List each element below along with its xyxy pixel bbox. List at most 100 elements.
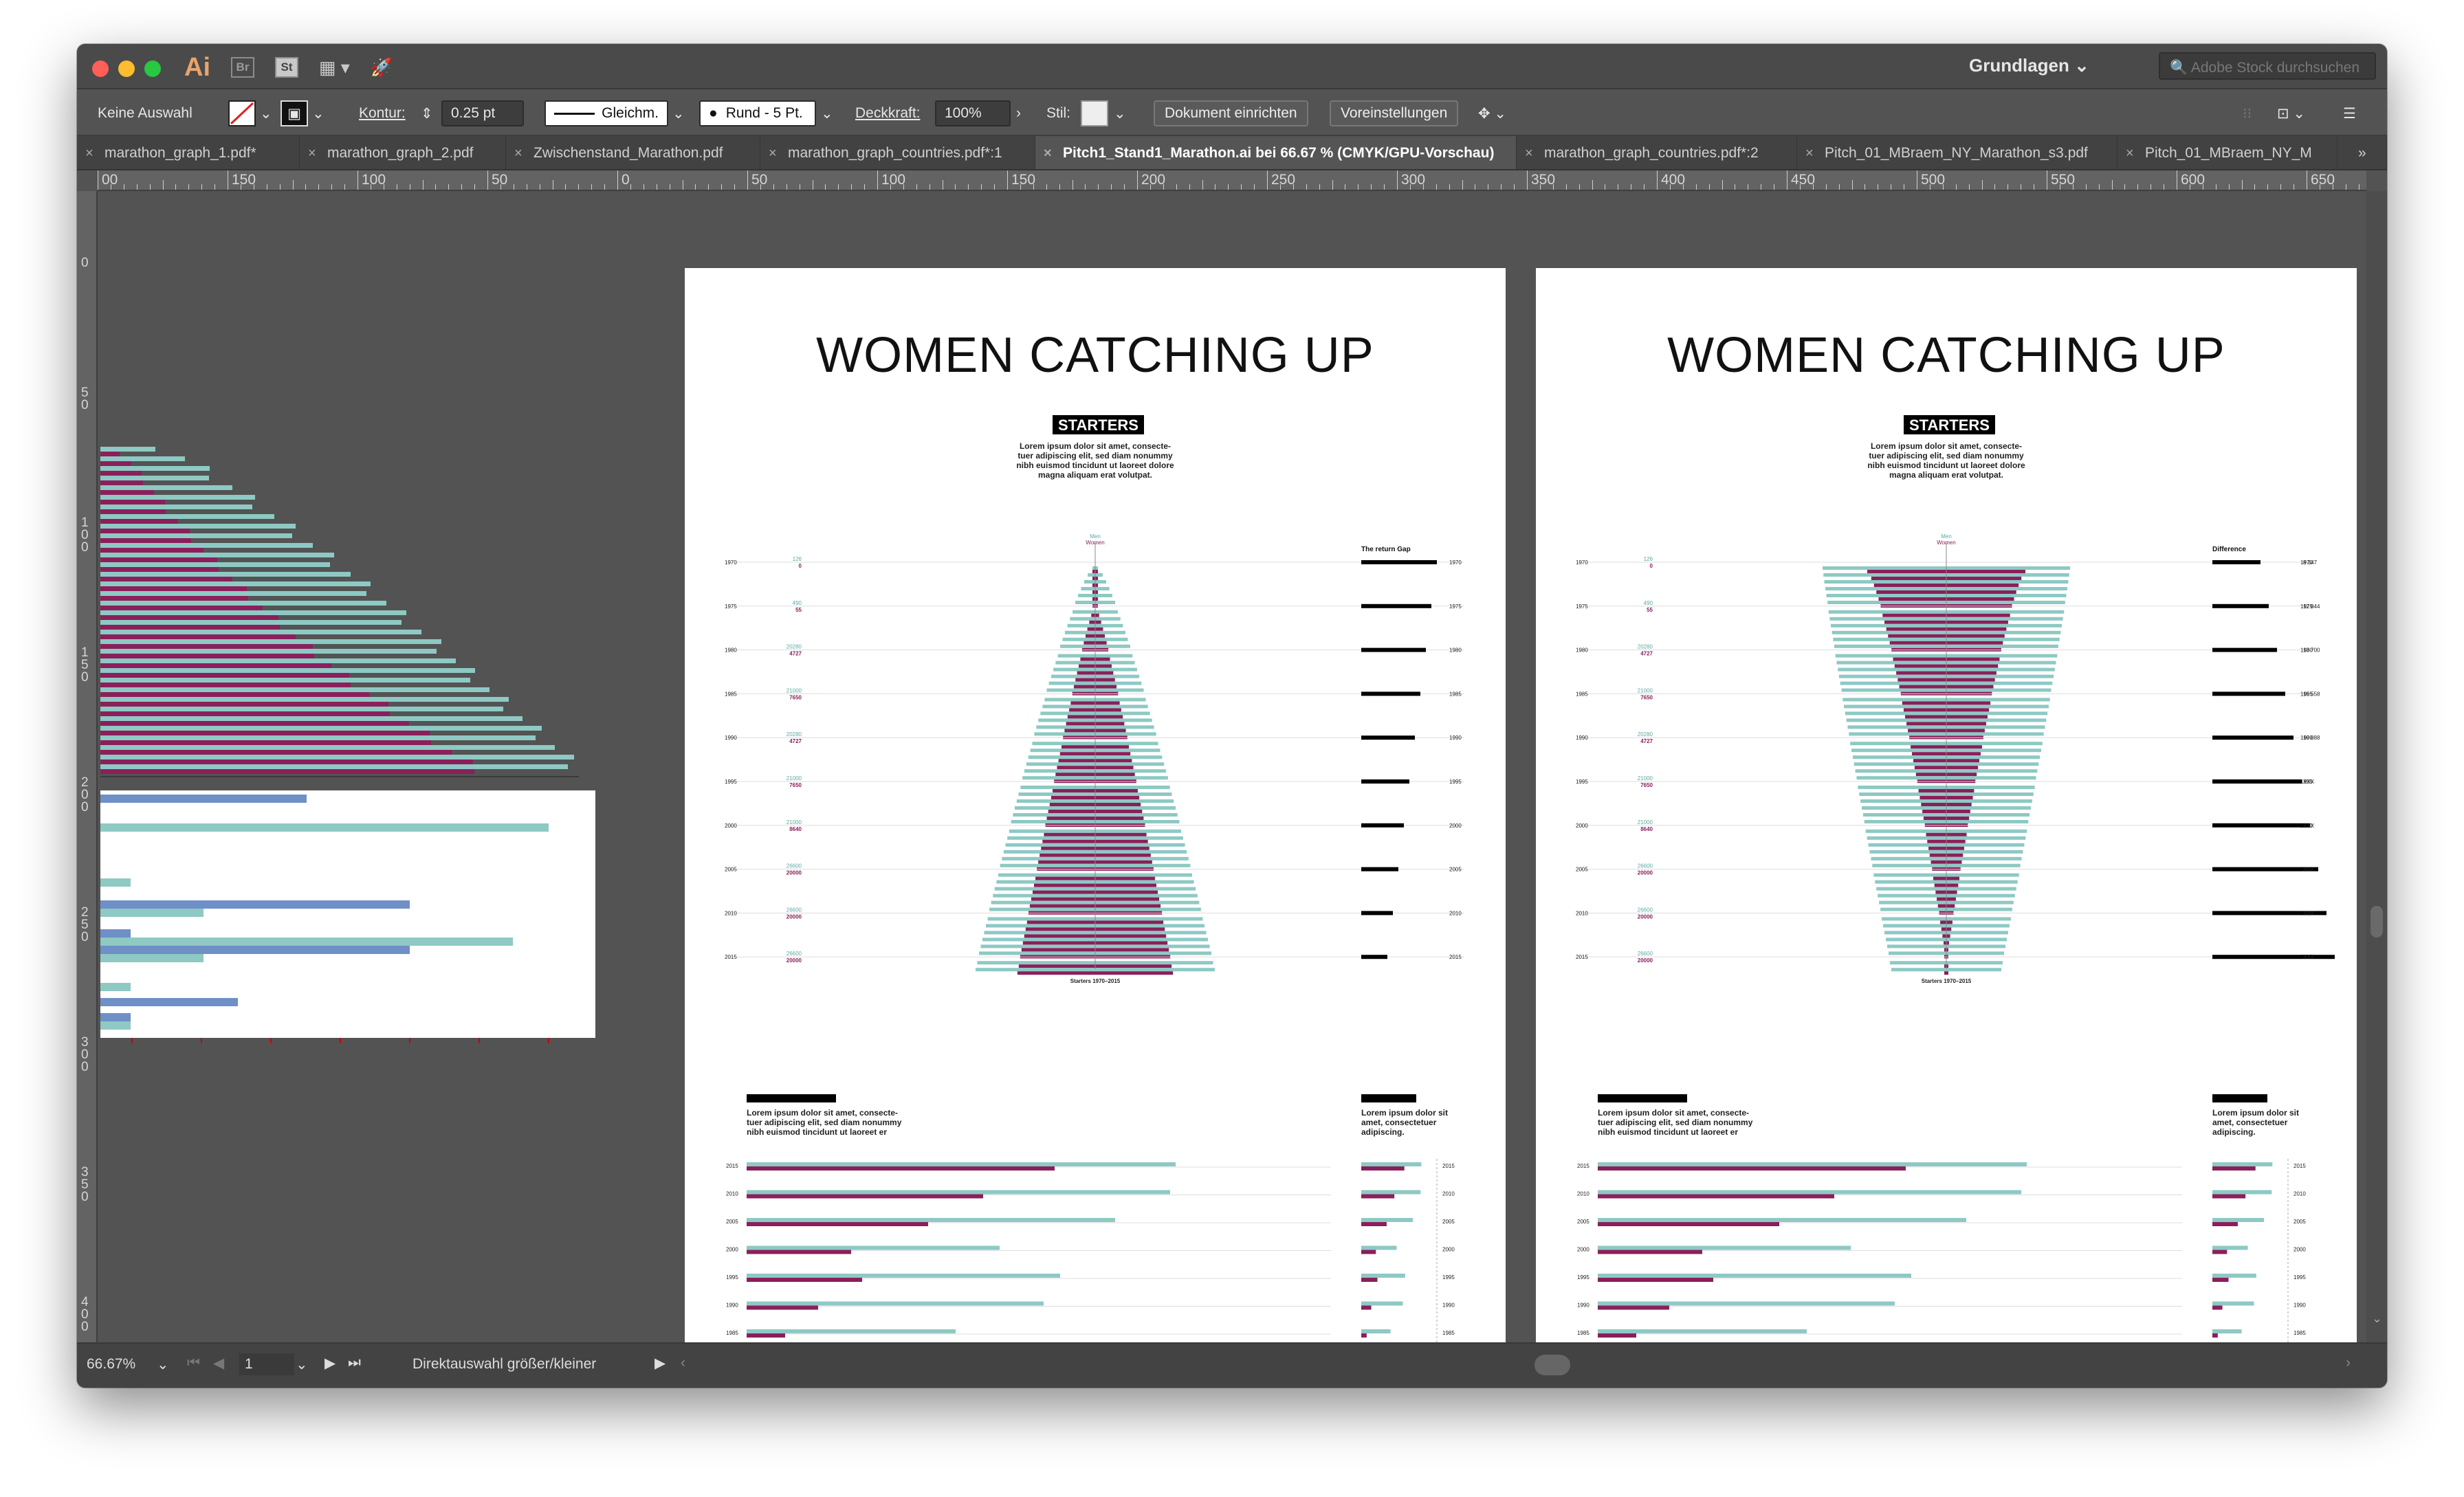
tab-marathon-graph-2[interactable]: × marathon_graph_2.pdf bbox=[300, 136, 506, 169]
horizontal-scroll-thumb[interactable] bbox=[1534, 1355, 1570, 1375]
pasteboard-charts[interactable] bbox=[98, 191, 606, 1153]
close-tab-icon[interactable]: × bbox=[1525, 146, 1533, 162]
women-value: 4727 bbox=[789, 651, 802, 657]
stroke-label[interactable]: Kontur: bbox=[359, 100, 406, 126]
page-dropdown-icon[interactable]: ⌄ bbox=[296, 1356, 308, 1373]
status-menu-icon[interactable]: ▶ bbox=[654, 1355, 666, 1372]
close-window-button[interactable] bbox=[92, 60, 109, 77]
tab-label: Pitch1_Stand1_Marathon.ai bei 66.67 % (C… bbox=[1063, 145, 1495, 161]
opacity-label[interactable]: Deckkraft: bbox=[855, 100, 921, 126]
ruler-label: 300 bbox=[1401, 172, 1426, 188]
style-dropdown-icon[interactable]: ⌄ bbox=[1114, 100, 1126, 126]
bridge-icon[interactable]: Br bbox=[231, 57, 254, 78]
panel-menu-icon[interactable]: ☰ bbox=[2343, 100, 2356, 126]
pasteboard-men-bar bbox=[100, 466, 210, 471]
minimize-window-button[interactable] bbox=[118, 60, 135, 77]
tab-marathon-graph-1[interactable]: × marathon_graph_1.pdf* bbox=[77, 136, 300, 169]
bottom-men-bar bbox=[747, 1162, 1176, 1166]
scroll-down-icon[interactable]: ⌄ bbox=[2372, 1311, 2382, 1326]
first-page-icon[interactable]: ⏮ bbox=[187, 1355, 200, 1371]
ruler-tick bbox=[968, 184, 969, 190]
ruler-tick bbox=[2241, 180, 2243, 190]
fill-swatch[interactable] bbox=[228, 100, 256, 126]
close-tab-icon[interactable]: × bbox=[85, 146, 94, 162]
year-label: 2015 bbox=[725, 954, 737, 960]
close-tab-icon[interactable]: × bbox=[1044, 146, 1052, 162]
gpu-rocket-icon[interactable]: 🚀 bbox=[371, 57, 393, 78]
close-tab-icon[interactable]: × bbox=[769, 146, 777, 162]
style-swatch[interactable] bbox=[1081, 100, 1108, 126]
hscroll-right-icon[interactable]: › bbox=[2346, 1355, 2351, 1371]
brush-dropdown-icon[interactable]: ⌄ bbox=[821, 100, 833, 126]
close-tab-icon[interactable]: × bbox=[1805, 146, 1814, 162]
horizontal-ruler[interactable]: 00 150 100 50 0 50 100 150 200 250 300 350 400 450 500… bbox=[98, 170, 2366, 191]
pasteboard-women-bar bbox=[100, 644, 313, 649]
zoom-window-button[interactable] bbox=[144, 60, 161, 77]
ruler-tick bbox=[1851, 180, 1853, 190]
stock-search-input[interactable]: 🔍 Adobe Stock durchsuchen bbox=[2159, 52, 2376, 80]
pasteboard-women-bar bbox=[100, 577, 232, 581]
tab-countries-1[interactable]: × marathon_graph_countries.pdf*:1 bbox=[760, 136, 1035, 169]
tab-pitch01-s3[interactable]: × Pitch_01_MBraem_NY_Marathon_s3.pdf bbox=[1797, 136, 2118, 169]
stroke-weight-input[interactable]: 0.25 pt bbox=[441, 100, 524, 126]
tab-label: marathon_graph_countries.pdf*:1 bbox=[788, 145, 1002, 161]
difference-value: XXX bbox=[2303, 910, 2315, 916]
vertical-scrollbar[interactable]: ⌄ bbox=[2366, 191, 2387, 1342]
canvas[interactable]: WOMEN CATCHING UP STARTERS Lorem ipsum dol… bbox=[98, 191, 2366, 1342]
tool-hint: Direktauswahl größer/kleiner bbox=[412, 1356, 597, 1372]
prev-page-icon[interactable]: ◀ bbox=[213, 1355, 224, 1372]
zoom-level[interactable]: 66.67% bbox=[87, 1356, 135, 1373]
stock-icon[interactable]: St bbox=[275, 57, 298, 78]
tab-pitch1-stand1[interactable]: × Pitch1_Stand1_Marathon.ai bei 66.67 % (… bbox=[1035, 136, 1517, 169]
illustrator-window: Ai Br St ▦ ▾ 🚀 Grundlagen ⌄ 🔍 Adobe Stoc… bbox=[77, 44, 2387, 1388]
men-value: 26600 bbox=[1638, 951, 1653, 957]
hscroll-left-icon[interactable]: ‹ bbox=[681, 1355, 685, 1371]
brush-select[interactable]: ● Rund - 5 Pt. bbox=[699, 100, 816, 126]
tab-pitch01-truncated[interactable]: × Pitch_01_MBraem_NY_M bbox=[2118, 136, 2338, 169]
stroke-dropdown-icon[interactable]: ⌄ bbox=[312, 100, 324, 126]
puppet-warp-icon[interactable]: ✥ ⌄ bbox=[1478, 100, 1506, 126]
right-header: Difference bbox=[2212, 546, 2246, 553]
close-tab-icon[interactable]: × bbox=[514, 146, 522, 162]
more-tabs-icon[interactable]: » bbox=[2346, 136, 2387, 169]
tab-countries-2[interactable]: × marathon_graph_countries.pdf*:2 bbox=[1517, 136, 1797, 169]
profile-dropdown-icon[interactable]: ⌄ bbox=[672, 100, 685, 126]
preferences-button[interactable]: Voreinstellungen bbox=[1330, 100, 1459, 126]
vertical-ruler[interactable]: 0 50 100 150 200 250 300 350 400 bbox=[77, 191, 98, 1342]
bottom-year-label: 1995 bbox=[726, 1274, 738, 1280]
transform-icon[interactable]: ⊡ ⌄ bbox=[2277, 100, 2305, 126]
next-page-icon[interactable]: ▶ bbox=[324, 1355, 336, 1372]
tab-zwischenstand[interactable]: × Zwischenstand_Marathon.pdf bbox=[506, 136, 760, 169]
artboard-2[interactable]: WOMEN CATCHING UP STARTERS Lorem ipsum dol… bbox=[1536, 268, 2357, 1342]
ruler-label: 400 bbox=[81, 1295, 89, 1334]
fill-dropdown-icon[interactable]: ⌄ bbox=[260, 100, 272, 126]
mini-year-label: 2000 bbox=[2294, 1247, 2306, 1253]
pasteboard-men-bar bbox=[100, 601, 386, 606]
close-tab-icon[interactable]: × bbox=[308, 146, 316, 162]
bottom-men-bar bbox=[747, 1301, 1044, 1306]
year-label-right: 1980 bbox=[1449, 647, 1462, 654]
year-label: 1970 bbox=[725, 559, 737, 566]
year-label-right: 1970 bbox=[1449, 559, 1462, 566]
arrange-documents-icon[interactable]: ▦ ▾ bbox=[319, 57, 350, 78]
last-page-icon[interactable]: ⏭ bbox=[348, 1355, 361, 1371]
opacity-arrow-icon[interactable]: › bbox=[1016, 100, 1021, 126]
men-value: 21000 bbox=[1638, 775, 1653, 781]
bottom-year-label: 2015 bbox=[726, 1163, 738, 1169]
mini-year-label: 2015 bbox=[2294, 1163, 2306, 1169]
scroll-thumb[interactable] bbox=[2370, 906, 2383, 938]
pasteboard-bar bbox=[100, 900, 410, 909]
artboard-1[interactable]: WOMEN CATCHING UP STARTERS Lorem ipsum dol… bbox=[685, 268, 1506, 1342]
mini-year-label: 2010 bbox=[1442, 1191, 1455, 1197]
opacity-input[interactable]: 100% bbox=[935, 100, 1011, 126]
stroke-swatch[interactable]: ▣ bbox=[280, 100, 308, 126]
page-number-input[interactable]: 1 bbox=[239, 1353, 294, 1375]
close-tab-icon[interactable]: × bbox=[2126, 146, 2134, 162]
zoom-dropdown-icon[interactable]: ⌄ bbox=[157, 1356, 169, 1373]
year-label-right: 1975 bbox=[1449, 603, 1462, 610]
bottom-men-bar bbox=[747, 1274, 1060, 1278]
stroke-stepper-icon[interactable]: ⇕ bbox=[421, 100, 433, 126]
document-setup-button[interactable]: Dokument einrichten bbox=[1154, 100, 1308, 126]
workspace-switcher[interactable]: Grundlagen ⌄ bbox=[1969, 55, 2089, 76]
stroke-profile-select[interactable]: Gleichm. bbox=[544, 100, 668, 126]
